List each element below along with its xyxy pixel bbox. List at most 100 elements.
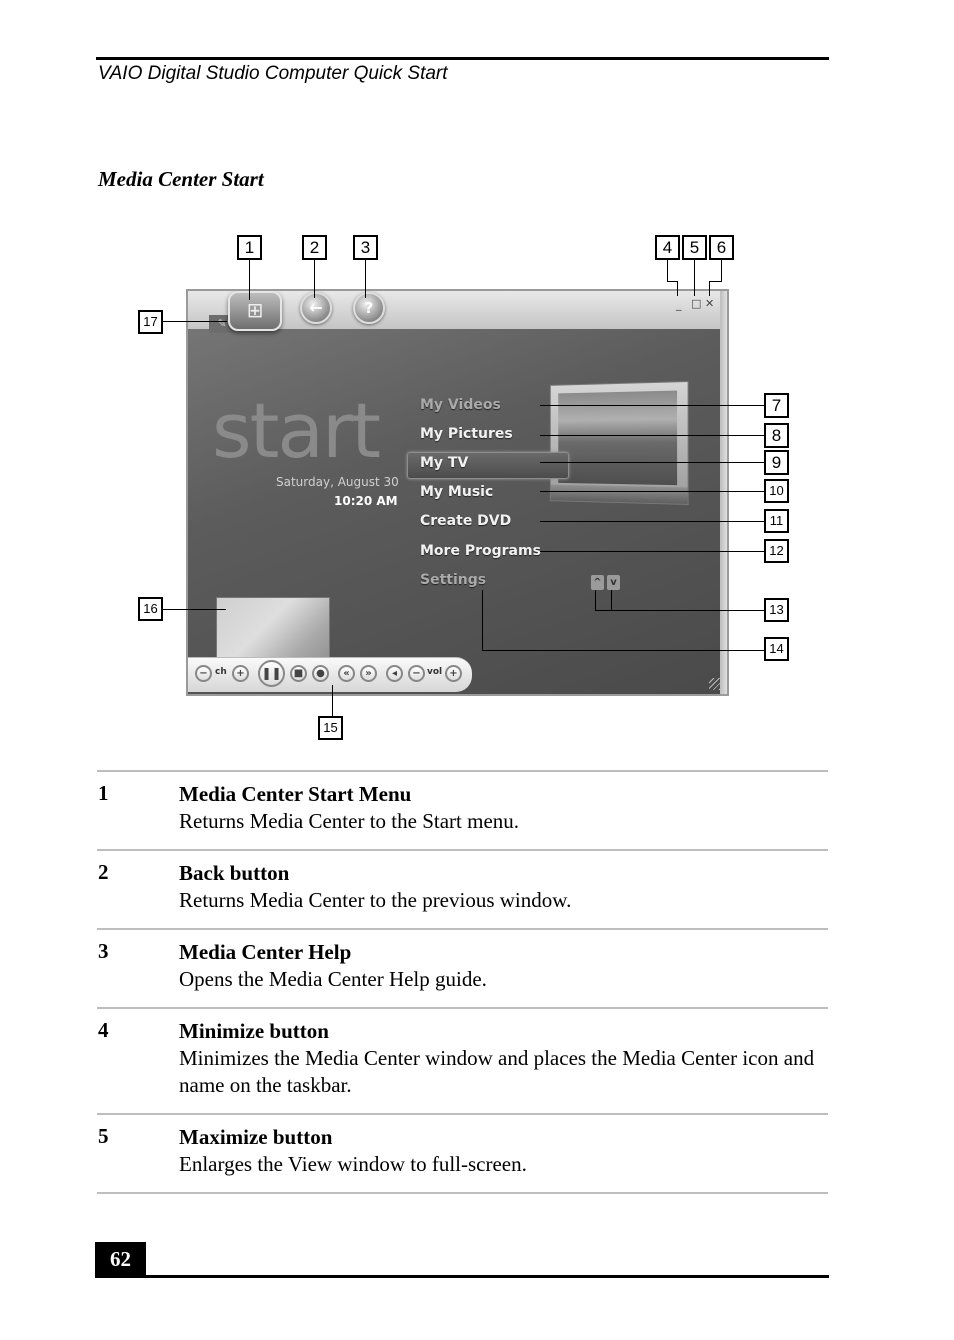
date-display: Saturday, August 30 [276,475,399,489]
legend-number: 2 [98,860,109,884]
page-number: 62 [95,1242,146,1276]
menu-item-my-videos[interactable]: My Videos [420,397,501,413]
record-icon: ● [316,668,325,679]
menu-item-create-dvd[interactable]: Create DVD [420,513,511,529]
maximize-button[interactable]: □ [691,298,701,309]
legend-number: 1 [98,781,109,805]
close-icon: ✕ [705,297,715,310]
pause-icon: ❚❚ [261,666,282,680]
legend-title: Maximize button [179,1125,333,1149]
back-button[interactable]: ← [300,292,332,324]
leader-line-1 [249,260,250,300]
pause-button[interactable]: ❚❚ [258,660,285,687]
volume-up-button[interactable]: + [445,665,462,682]
menu-item-settings[interactable]: Settings [420,572,486,588]
leader-line-13c [595,610,764,611]
callout-10: 10 [764,479,789,503]
callout-5: 5 [682,235,707,260]
leader-line-4c [677,281,678,296]
callout-12: 12 [764,539,789,563]
callout-3: 3 [353,235,378,260]
leader-line-15 [332,685,333,717]
leader-line-12 [540,551,764,552]
tv-preview-controls [550,484,688,504]
minimize-button[interactable]: _ [676,299,682,310]
legend-description: Returns Media Center to the previous win… [179,888,572,912]
legend-row: 4 Minimize button Minimizes the Media Ce… [97,1007,828,1113]
scroll-up-button[interactable]: ^ [591,575,604,590]
callout-17: 17 [138,310,163,334]
legend-description: Returns Media Center to the Start menu. [179,809,520,833]
leader-line-14a [482,590,483,650]
legend-number: 3 [98,939,109,963]
transport-controls: − ch + ❚❚ ■ ● « » ◂ − vol + [188,657,472,692]
leader-line-11 [540,521,764,522]
leader-line-13b [611,590,612,610]
record-button[interactable]: ● [312,665,329,682]
minimize-icon: _ [676,298,682,311]
mute-button[interactable]: ◂ [386,665,403,682]
callout-11: 11 [764,509,789,533]
chevron-down-icon: v [610,577,617,588]
fast-forward-icon: » [365,668,372,679]
speaker-icon: ◂ [391,668,398,679]
legend-end-rule [97,1192,828,1194]
callout-2: 2 [302,235,327,260]
leader-line-5 [694,260,695,296]
close-button[interactable]: ✕ [705,298,714,309]
legend-row: 3 Media Center Help Opens the Media Cent… [97,928,828,1007]
channel-down-button[interactable]: − [195,665,212,682]
legend-description: Minimizes the Media Center window and pl… [179,1046,815,1097]
bottom-rule [95,1275,829,1278]
legend-description: Enlarges the View window to full-screen. [179,1152,527,1176]
menu-item-more-programs[interactable]: More Programs [420,543,541,559]
legend-description: Opens the Media Center Help guide. [179,967,487,991]
start-heading: start [212,386,381,475]
callout-13: 13 [764,598,789,622]
menu-item-my-tv[interactable]: My TV [420,455,468,471]
windows-logo-icon: ⊞ [246,298,264,322]
tv-preview [549,380,689,506]
help-button[interactable]: ? [353,292,385,324]
legend-title: Media Center Start Menu [179,782,412,806]
scroll-down-button[interactable]: v [607,575,620,590]
callout-15: 15 [318,716,343,740]
menu-item-my-pictures[interactable]: My Pictures [420,426,513,442]
fast-forward-button[interactable]: » [360,665,377,682]
volume-down-button[interactable]: − [408,665,425,682]
menu-item-my-music[interactable]: My Music [420,484,493,500]
stop-button[interactable]: ■ [290,665,307,682]
callout-4: 4 [655,235,680,260]
stop-icon: ■ [293,668,304,679]
channel-up-button[interactable]: + [232,665,249,682]
maximize-icon: □ [691,297,702,310]
rewind-button[interactable]: « [338,665,355,682]
callout-legend: 1 Media Center Start Menu Returns Media … [97,770,828,1194]
window-frame-right [720,291,727,694]
resize-grip[interactable] [709,678,721,690]
help-icon: ? [364,299,374,317]
time-display: 10:20 AM [334,494,398,508]
callout-9: 9 [764,450,789,475]
leader-line-4a [667,260,668,281]
legend-title: Minimize button [179,1019,329,1043]
legend-title: Media Center Help [179,940,352,964]
leader-line-6a [721,260,722,281]
leader-line-16 [162,609,226,610]
channel-label: ch [215,667,227,677]
leader-line-3 [365,260,366,298]
callout-14: 14 [764,637,789,661]
legend-title: Back button [179,861,290,885]
legend-number: 4 [98,1018,109,1042]
back-arrow-icon: ← [309,298,323,317]
callout-7: 7 [764,393,789,418]
start-menu-button[interactable]: ⊞ [228,291,282,331]
media-center-window: ✎ ⊞ ← ? _ □ ✕ start Saturday, August 30 … [186,289,729,696]
volume-label: vol [427,667,443,677]
media-center-figure: ✎ ⊞ ← ? _ □ ✕ start Saturday, August 30 … [0,0,954,760]
legend-row: 5 Maximize button Enlarges the View wind… [97,1113,828,1192]
leader-line-8 [540,435,764,436]
legend-number: 5 [98,1124,109,1148]
leader-line-10 [540,491,764,492]
callout-8: 8 [764,423,789,448]
